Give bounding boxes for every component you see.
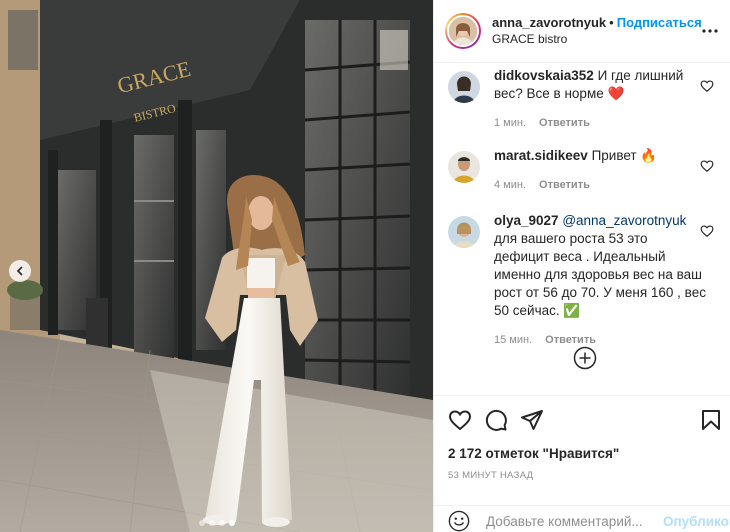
- carousel-dot: [198, 520, 205, 526]
- comment-input[interactable]: [486, 513, 663, 529]
- reply-button[interactable]: Ответить: [545, 334, 596, 346]
- more-horizontal-icon: [702, 29, 718, 33]
- post-image: GRACE BISTRO: [0, 0, 433, 532]
- like-comment-heart-icon[interactable]: [700, 159, 714, 173]
- avatar[interactable]: [448, 216, 480, 248]
- avatar[interactable]: [448, 71, 480, 103]
- reply-button[interactable]: Ответить: [539, 117, 590, 129]
- comment-text: Привет 🔥: [591, 148, 658, 163]
- comment-mention[interactable]: @anna_zavorotnyuk: [562, 213, 686, 228]
- location-link[interactable]: GRACE bistro: [492, 31, 702, 48]
- avatar-image: [448, 216, 480, 248]
- post-panel: anna_zavorotnyuk • Подписаться GRACE bistr…: [433, 0, 730, 532]
- post-actions: 2 172 отметок "Нравится" 53 МИНУТ НАЗАД: [434, 395, 730, 505]
- comment-username[interactable]: olya_9027: [494, 213, 559, 228]
- comment-item: marat.sidikeev Привет 🔥 4 мин. Ответить: [448, 147, 720, 194]
- avatar[interactable]: [448, 151, 480, 183]
- reply-button[interactable]: Ответить: [539, 179, 590, 191]
- load-more-comments-icon[interactable]: [573, 346, 597, 370]
- comment-username[interactable]: didkovskaia352: [494, 68, 594, 83]
- header-text: anna_zavorotnyuk • Подписаться GRACE bistr…: [492, 14, 702, 48]
- comment-item: olya_9027 @anna_zavorotnyuk для вашего р…: [448, 212, 720, 349]
- author-avatar[interactable]: [445, 13, 481, 49]
- comment-username[interactable]: marat.sidikeev: [494, 148, 588, 163]
- more-options-button[interactable]: [702, 19, 718, 43]
- carousel-dot: [208, 520, 215, 526]
- post-header: anna_zavorotnyuk • Подписаться GRACE bistr…: [434, 0, 730, 63]
- comment-time[interactable]: 4 мин.: [494, 179, 526, 191]
- comments-list: didkovskaia352 И где лишний вес? Все в н…: [434, 63, 730, 395]
- comment-time[interactable]: 15 мин.: [494, 334, 532, 346]
- avatar-image: [448, 71, 480, 103]
- avatar-image: [449, 17, 477, 45]
- carousel-dots: [0, 520, 433, 526]
- like-comment-heart-icon[interactable]: [700, 224, 714, 238]
- comment-item: didkovskaia352 И где лишний вес? Все в н…: [448, 67, 720, 132]
- publish-button[interactable]: Опубликовать: [663, 514, 730, 529]
- chevron-left-icon: [16, 266, 23, 276]
- carousel-dot: [218, 520, 225, 526]
- avatar-image: [448, 151, 480, 183]
- post-timestamp[interactable]: 53 МИНУТ НАЗАД: [448, 470, 533, 481]
- save-bookmark-icon[interactable]: [699, 408, 723, 432]
- comment-bubble-icon[interactable]: [484, 408, 508, 432]
- like-heart-icon[interactable]: [448, 408, 472, 432]
- likes-count[interactable]: 2 172 отметок "Нравится": [448, 446, 619, 461]
- emoji-smiley-icon[interactable]: [448, 510, 470, 532]
- follow-button[interactable]: Подписаться: [617, 15, 702, 30]
- post-photo[interactable]: GRACE BISTRO: [0, 0, 433, 532]
- header-separator: •: [609, 15, 614, 30]
- add-comment-bar: Опубликовать: [434, 505, 730, 532]
- carousel-prev-button[interactable]: [9, 260, 31, 282]
- like-comment-heart-icon[interactable]: [700, 79, 714, 93]
- carousel-dot: [228, 520, 235, 526]
- author-username[interactable]: anna_zavorotnyuk: [492, 15, 606, 30]
- comment-text: для вашего роста 53 это дефицит веса . И…: [494, 231, 706, 318]
- comment-time[interactable]: 1 мин.: [494, 117, 526, 129]
- share-send-icon[interactable]: [520, 408, 544, 432]
